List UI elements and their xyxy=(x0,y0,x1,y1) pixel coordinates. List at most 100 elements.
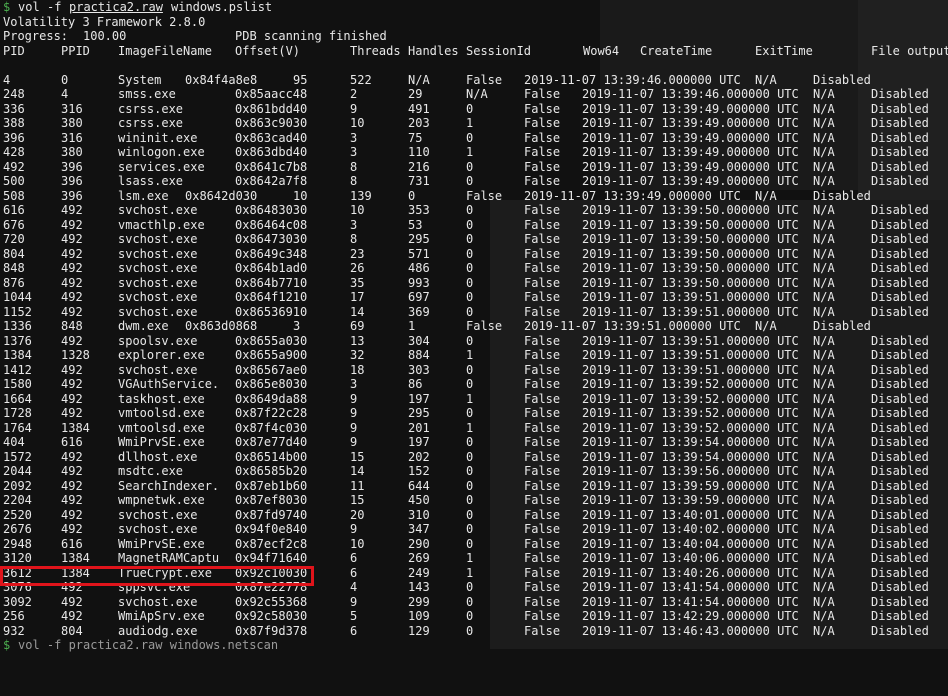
image-name-cell: lsass.exe xyxy=(118,174,184,188)
file-output-cell: Disabled xyxy=(871,203,929,217)
offset-cell: 0x87f4c030 xyxy=(235,420,308,435)
handles-cell: 303 xyxy=(408,362,430,377)
pid-cell: 404 xyxy=(3,435,25,449)
threads-cell: 4 xyxy=(350,580,358,594)
create-time-cell: 2019-11-07 13:39:46.000000 UTC xyxy=(524,72,741,87)
offset-cell: 0x92c55368 xyxy=(235,594,308,609)
offset-cell: 0x86473030 xyxy=(235,232,308,246)
ppid-cell: 492 xyxy=(61,391,83,406)
offset-cell: 0x86536910 xyxy=(235,304,308,319)
image-name-cell: smss.exe xyxy=(118,87,176,101)
threads-cell: 32 xyxy=(350,348,365,362)
progress-value: 100.00 xyxy=(83,29,127,43)
image-name-cell: MagnetRAMCaptu xyxy=(118,551,220,565)
table-row: 388 380 csrss.exe 0x863c9030 10 203 1 False 2019… xyxy=(3,116,947,131)
create-time-cell: 2019-11-07 13:41:54.000000 UTC xyxy=(582,594,799,609)
pid-cell: 1336 xyxy=(3,319,32,333)
file-output-cell: Disabled xyxy=(871,507,929,522)
ppid-cell: 492 xyxy=(61,464,83,478)
wow64-cell: False xyxy=(524,594,561,609)
pid-cell: 1572 xyxy=(3,449,32,464)
create-time-cell: 2019-11-07 13:40:04.000000 UTC xyxy=(582,536,799,551)
create-time-cell: 2019-11-07 13:39:52.000000 UTC xyxy=(582,406,799,420)
command-file-argument[interactable]: practica2.raw xyxy=(69,0,163,15)
session-cell: 0 xyxy=(466,101,474,116)
handles-cell: 110 xyxy=(408,145,430,159)
ppid-cell: 4 xyxy=(61,87,69,101)
create-time-cell: 2019-11-07 13:39:49.000000 UTC xyxy=(582,116,799,130)
exit-time-cell: N/A xyxy=(813,435,835,449)
threads-cell: 3 xyxy=(293,319,301,333)
image-name-cell: svchost.exe xyxy=(118,304,198,319)
file-output-cell: Disabled xyxy=(871,623,929,638)
offset-cell: 0x87ecf2c8 xyxy=(235,536,308,551)
wow64-cell: False xyxy=(524,362,561,377)
image-name-cell: svchost.exe xyxy=(118,522,198,536)
exit-time-cell: N/A xyxy=(813,536,835,551)
threads-cell: 9 xyxy=(350,406,358,420)
exit-time-cell: N/A xyxy=(813,116,835,130)
table-row: 492 396 services.exe 0x8641c7b8 8 216 0 False 20… xyxy=(3,160,947,175)
offset-cell: 0x863cad40 xyxy=(235,130,308,145)
table-row: 932 804 audiodg.exe 0x87f9d378 6 129 0 False 201… xyxy=(3,624,947,639)
table-row: 2948 616 WmiPrvSE.exe 0x87ecf2c8 10 290 0 False… xyxy=(3,537,947,552)
wow64-cell: False xyxy=(524,159,561,174)
ppid-cell: 380 xyxy=(61,116,83,130)
column-header-imagefilename: ImageFileName xyxy=(118,43,212,58)
image-name-cell: dwm.exe xyxy=(118,319,169,333)
exit-time-cell: N/A xyxy=(813,594,835,609)
pid-cell: 4 xyxy=(3,72,11,87)
offset-cell: 0x864b7710 xyxy=(235,275,308,290)
exit-time-cell: N/A xyxy=(813,464,835,478)
threads-cell: 20 xyxy=(350,507,365,522)
exit-time-cell: N/A xyxy=(813,609,835,623)
file-output-cell: Disabled xyxy=(871,333,929,348)
exit-time-cell: N/A xyxy=(813,159,835,174)
handles-cell: 197 xyxy=(408,435,430,449)
table-row: 4 0 System 0x84f4a8e8 95 522 N/A False 2019-11-0… xyxy=(3,73,947,88)
table-row: 3120 1384 MagnetRAMCaptu 0x94f71640 6 269 1 Fal… xyxy=(3,551,947,566)
threads-cell: 11 xyxy=(350,478,365,493)
threads-cell: 6 xyxy=(350,565,358,580)
exit-time-cell: N/A xyxy=(755,188,777,203)
file-output-cell: Disabled xyxy=(871,377,929,391)
offset-cell: 0x94f71640 xyxy=(235,551,308,565)
column-header-pid: PID xyxy=(3,43,25,58)
handles-cell: 216 xyxy=(408,159,430,174)
threads-cell: 9 xyxy=(350,101,358,116)
image-name-cell: svchost.exe xyxy=(118,290,198,304)
threads-cell: 3 xyxy=(350,130,358,145)
terminal-output[interactable]: $ vol -f practica2.raw windows.pslist Vo… xyxy=(3,0,948,653)
handles-cell: 143 xyxy=(408,580,430,594)
pid-cell: 876 xyxy=(3,275,25,290)
pid-cell: 1412 xyxy=(3,362,32,377)
offset-cell: 0x8649da88 xyxy=(235,391,308,406)
create-time-cell: 2019-11-07 13:39:50.000000 UTC xyxy=(582,232,799,246)
session-cell: 0 xyxy=(466,174,474,188)
image-name-cell: vmacthlp.exe xyxy=(118,217,205,232)
ppid-cell: 380 xyxy=(61,145,83,159)
exit-time-cell: N/A xyxy=(813,522,835,536)
offset-cell: 0x86464c08 xyxy=(235,217,308,232)
wow64-cell: False xyxy=(524,87,561,101)
column-header-threads: Threads xyxy=(350,43,401,58)
handles-cell: 201 xyxy=(408,420,430,435)
wow64-cell: False xyxy=(524,174,561,188)
file-output-cell: Disabled xyxy=(871,435,929,449)
exit-time-cell: N/A xyxy=(813,261,835,275)
offset-cell: 0x84f4a8e8 xyxy=(185,72,258,87)
file-output-cell: Disabled xyxy=(871,580,929,594)
offset-cell: 0x8649c348 xyxy=(235,246,308,261)
pid-cell: 1580 xyxy=(3,377,32,391)
exit-time-cell: N/A xyxy=(813,145,835,159)
pid-cell: 1044 xyxy=(3,290,32,304)
image-name-cell: lsm.exe xyxy=(118,188,169,203)
image-name-cell: vmtoolsd.exe xyxy=(118,420,205,435)
next-command-line: $ vol -f practica2.raw windows.netscan xyxy=(3,638,947,653)
ppid-cell: 848 xyxy=(61,319,83,333)
table-row: 404 616 WmiPrvSE.exe 0x87e77d40 9 197 0 False 20… xyxy=(3,435,947,450)
file-output-cell: Disabled xyxy=(813,72,871,87)
file-output-cell: Disabled xyxy=(871,522,929,536)
create-time-cell: 2019-11-07 13:46:43.000000 UTC xyxy=(582,623,799,638)
handles-cell: 644 xyxy=(408,478,430,493)
